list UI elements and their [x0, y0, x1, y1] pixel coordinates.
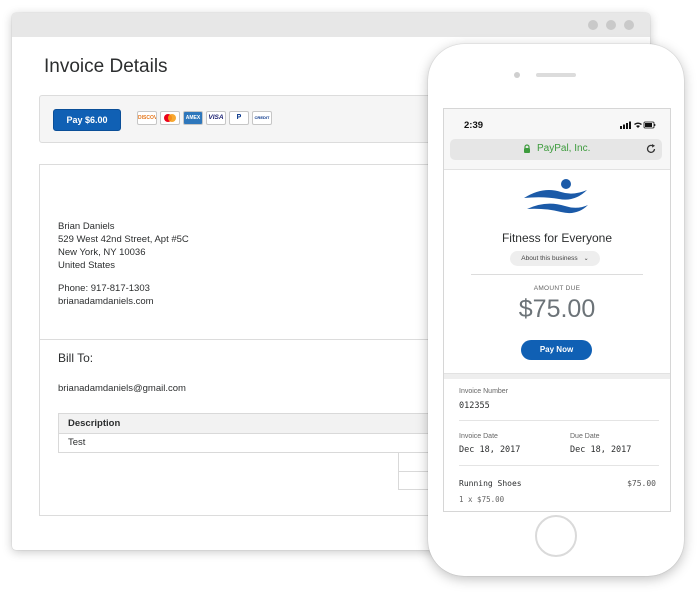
- payment-panel: Pay $6.00 DISCOVER AMEX VISA P CREDIT: [39, 95, 471, 143]
- amount-due-value: $75.00: [518, 295, 596, 323]
- section-band: [444, 373, 670, 379]
- invoice-document: Brian Daniels 529 West 42nd Street, Apt …: [39, 164, 480, 516]
- window-titlebar: [12, 13, 650, 37]
- window-control-dot[interactable]: [624, 20, 634, 30]
- divider: [471, 274, 643, 275]
- sender-email: brianadamdaniels.com: [58, 296, 154, 307]
- business-name: Fitness for Everyone: [501, 231, 613, 245]
- sender-city: New York, NY 10036: [58, 247, 146, 258]
- pay-button[interactable]: Pay $6.00: [53, 109, 121, 131]
- sender-country: United States: [58, 260, 116, 271]
- accepted-cards: DISCOVER AMEX VISA P CREDIT: [137, 111, 272, 125]
- due-date-value: Dec 18, 2017: [570, 445, 632, 455]
- window-control-dot[interactable]: [606, 20, 616, 30]
- item-price: $75.00: [627, 479, 656, 488]
- about-business-label: About this business: [521, 255, 578, 262]
- phone-screen: 2:39 PayPal, Inc. Fitness for Everyone A…: [443, 108, 671, 512]
- front-camera: [514, 72, 520, 78]
- divider: [459, 420, 659, 421]
- line-items-table: Description Test: [58, 413, 478, 453]
- lock-icon: [524, 144, 530, 153]
- amount-due-label: AMOUNT DUE: [533, 285, 581, 292]
- earpiece-speaker: [536, 73, 576, 77]
- window-control-dot[interactable]: [588, 20, 598, 30]
- mobile-phone: 2:39 PayPal, Inc. Fitness for Everyone A…: [428, 44, 684, 576]
- url-bar: PayPal, Inc.: [444, 139, 670, 170]
- mastercard-icon: [160, 111, 180, 125]
- bill-to-label: Bill To:: [58, 351, 94, 365]
- invoice-date-label: Invoice Date: [459, 433, 498, 440]
- page-title: Invoice Details: [44, 56, 168, 77]
- invoice-number-label: Invoice Number: [459, 388, 509, 395]
- table-header-description: Description: [58, 413, 478, 434]
- item-quantity: 1 x $75.00: [459, 495, 505, 504]
- due-date-label: Due Date: [570, 433, 600, 440]
- address-field[interactable]: PayPal, Inc.: [450, 139, 662, 160]
- discover-icon: DISCOVER: [137, 111, 157, 125]
- sender-street: 529 West 42nd Street, Apt #5C: [58, 234, 189, 245]
- status-time: 2:39: [464, 120, 484, 131]
- invoice-date-value: Dec 18, 2017: [459, 445, 521, 455]
- paypal-icon: P: [229, 111, 249, 125]
- chevron-down-icon: ⌄: [583, 256, 589, 262]
- status-bar: 2:39: [444, 109, 670, 139]
- sender-name: Brian Daniels: [58, 221, 115, 232]
- pay-now-button[interactable]: Pay Now: [521, 340, 592, 360]
- section-divider: [40, 339, 470, 340]
- url-text: PayPal, Inc.: [537, 143, 591, 154]
- paypal-credit-icon: CREDIT: [252, 111, 272, 125]
- sender-address: Brian Daniels 529 West 42nd Street, Apt …: [58, 220, 189, 308]
- table-row: Test: [58, 434, 478, 453]
- visa-icon: VISA: [206, 111, 226, 125]
- about-business-button[interactable]: About this business ⌄: [510, 251, 600, 266]
- bill-to-email: brianadamdaniels@gmail.com: [58, 383, 186, 394]
- home-button[interactable]: [535, 515, 577, 557]
- reload-icon[interactable]: [645, 143, 657, 155]
- amex-icon: AMEX: [183, 111, 203, 125]
- signal-wifi-battery-icon: [620, 121, 656, 129]
- fitness-logo-icon: [524, 179, 588, 214]
- item-name: Running Shoes: [459, 479, 522, 488]
- invoice-number-value: 012355: [459, 401, 490, 411]
- sender-phone: Phone: 917-817-1303: [58, 283, 150, 294]
- divider: [459, 465, 659, 466]
